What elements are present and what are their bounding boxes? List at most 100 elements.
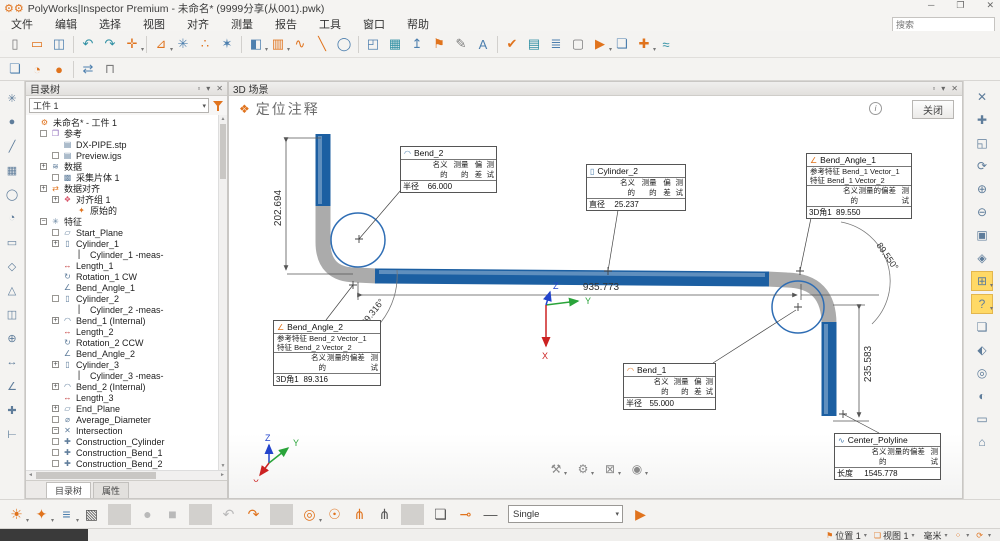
separator[interactable] — [189, 504, 212, 525]
separator[interactable] — [241, 36, 242, 53]
layers-view-button[interactable]: ❏ — [971, 317, 993, 337]
separator[interactable] — [401, 504, 424, 525]
menu-item[interactable]: 选择 — [88, 16, 132, 32]
validate-check-button[interactable]: ✔ — [501, 34, 523, 54]
zoom-in-button[interactable]: ⊕ — [971, 179, 993, 199]
polygon-button[interactable]: △ — [2, 281, 22, 299]
probe-points-button[interactable]: ∴ — [194, 34, 216, 54]
separator[interactable] — [73, 36, 74, 53]
tree-item[interactable]: ∠ Bend_Angle_1 — [26, 282, 227, 293]
tree-item-expander[interactable] — [40, 185, 47, 192]
pan-button[interactable]: ✚ — [971, 110, 993, 130]
cube-view-button[interactable]: ◧ — [245, 34, 267, 54]
render-options-icon[interactable]: ⚒ — [546, 460, 566, 478]
statusbar-item[interactable]: ⟳ — [976, 531, 994, 540]
grid-button[interactable]: ▦ — [384, 34, 406, 54]
tree-item[interactable]: ▤ Preview.igs — [26, 150, 227, 161]
tree-item-expander[interactable] — [52, 405, 59, 412]
minimize-button[interactable]: ─ — [928, 0, 934, 11]
tree-item-expander[interactable] — [29, 119, 36, 126]
help-mode-button[interactable]: ? — [971, 294, 993, 314]
layers-button[interactable]: ❏ — [611, 34, 633, 54]
scroll-down-icon[interactable]: ▼ — [219, 462, 227, 470]
select-hand-button[interactable]: ⬖ — [971, 340, 993, 360]
device-panel-button[interactable]: ❏ — [429, 504, 452, 525]
zoom-out-button[interactable]: ⊖ — [971, 202, 993, 222]
stop-button[interactable]: ■ — [161, 504, 184, 525]
scroll-right-icon[interactable]: ► — [218, 471, 227, 480]
record-macro-button[interactable]: ● — [48, 59, 70, 79]
compare-button[interactable]: ⇄ — [77, 59, 99, 79]
tab-treeview[interactable]: 目录树 — [46, 482, 91, 498]
separator[interactable] — [358, 36, 359, 53]
tree-item[interactable]: ▤ DX-PIPE.stp — [26, 139, 227, 150]
circle-feature-button[interactable]: ◯ — [333, 34, 355, 54]
tree-item[interactable]: ◠ Bend_2 (Internal) — [26, 381, 227, 392]
device-arm-1-button[interactable]: ⋔ — [348, 504, 371, 525]
tree-item-expander[interactable] — [52, 317, 59, 324]
annotation-mode-button[interactable]: ⊞ — [971, 271, 993, 291]
tree-item[interactable]: ▯ Cylinder_1 — [26, 238, 227, 249]
tree-item[interactable]: ❖ 对齐组 1 — [26, 194, 227, 205]
tab-properties[interactable]: 属性 — [93, 482, 129, 498]
iso-view-button[interactable]: ◈ — [971, 248, 993, 268]
tree-item-expander[interactable] — [52, 141, 59, 148]
cylinder-feature-button[interactable]: ▥ — [267, 34, 289, 54]
redo-button[interactable]: ↷ — [99, 34, 121, 54]
menu-item[interactable]: 对齐 — [176, 16, 220, 32]
scrollbar-thumb[interactable] — [220, 124, 226, 179]
tree-item[interactable]: ✦ 原始的 — [26, 205, 227, 216]
annotation-box[interactable]: ∿ Center_Polyline 名义的 测量的 偏差 测试 — [834, 433, 941, 480]
annotation-box[interactable]: ◠ Bend_1 名义的 测量的 偏差 测试 — [623, 363, 716, 410]
tree-item-expander[interactable] — [52, 262, 59, 269]
undo-measure-button[interactable]: ↶ — [217, 504, 240, 525]
fit-view-button[interactable]: ◱ — [971, 133, 993, 153]
tree-item[interactable]: ↔ Length_1 — [26, 260, 227, 271]
play-macro-button[interactable]: ▶ — [589, 34, 611, 54]
tree-item-expander[interactable] — [52, 174, 59, 181]
tree-item-expander[interactable] — [52, 295, 59, 302]
tree-item[interactable]: ❐ 参考 — [26, 128, 227, 139]
tree-item-expander[interactable] — [52, 273, 59, 280]
separator[interactable] — [73, 61, 74, 78]
separator[interactable] — [108, 504, 131, 525]
tree-item-expander[interactable] — [52, 240, 59, 247]
surface-grid-button[interactable]: ▦ — [2, 161, 22, 179]
tree-item-expander[interactable] — [66, 251, 73, 258]
curve-feature-button[interactable]: ∿ — [289, 34, 311, 54]
material-button[interactable]: ✦ — [30, 504, 53, 525]
snapshot-button[interactable]: ▢ — [567, 34, 589, 54]
point-button[interactable]: ● — [2, 113, 22, 131]
text-label-button[interactable]: A — [472, 34, 494, 54]
annotation-box[interactable]: ◠ Bend_2 名义的 测量的 偏差 测试 — [400, 146, 497, 193]
tree-item[interactable]: ✳ 特征 — [26, 216, 227, 227]
line-button[interactable]: ╱ — [2, 137, 22, 155]
tree-item-expander[interactable] — [40, 130, 47, 137]
scroll-up-icon[interactable]: ▲ — [219, 115, 227, 123]
workspace-panel-button[interactable]: ❏ — [4, 59, 26, 79]
arc-button[interactable]: ◔ — [2, 209, 22, 227]
pin-icon[interactable]: ▫ — [197, 84, 200, 93]
scene-canvas[interactable]: ❖ 定位注释 i 关闭 — [229, 96, 962, 498]
scroll-left-icon[interactable]: ◄ — [26, 471, 35, 480]
gear-icon[interactable]: ⚙ — [573, 460, 593, 478]
search-input[interactable] — [892, 17, 995, 32]
annotation-box[interactable]: ▯ Cylinder_2 名义的 测量的 偏差 测试 — [586, 164, 686, 211]
close-view-button[interactable]: ✕ — [971, 87, 993, 107]
tree-vertical-scrollbar[interactable]: ▲ ▼ — [218, 115, 227, 470]
menu-item[interactable]: 编辑 — [44, 16, 88, 32]
target-spiral-button[interactable]: ◎ — [298, 504, 321, 525]
caliper-button[interactable]: ⊢ — [2, 425, 22, 443]
filter-icon[interactable] — [212, 100, 224, 112]
tree-item-expander[interactable] — [52, 350, 59, 357]
tree-item[interactable]: ✚ Construction_Bend_2 — [26, 458, 227, 469]
open-folder-button[interactable]: ▭ — [26, 34, 48, 54]
add-gauge-button[interactable]: ✚ — [633, 34, 655, 54]
tree-item[interactable]: ▯ Cylinder_2 — [26, 293, 227, 304]
target-check-button[interactable]: ☉ — [323, 504, 346, 525]
menu-item[interactable]: 视图 — [132, 16, 176, 32]
tree-item-expander[interactable] — [52, 438, 59, 445]
angle-button[interactable]: ∠ — [2, 377, 22, 395]
chevron-down-icon[interactable]: ▾ — [206, 84, 210, 93]
tree-item-expander[interactable] — [52, 449, 59, 456]
